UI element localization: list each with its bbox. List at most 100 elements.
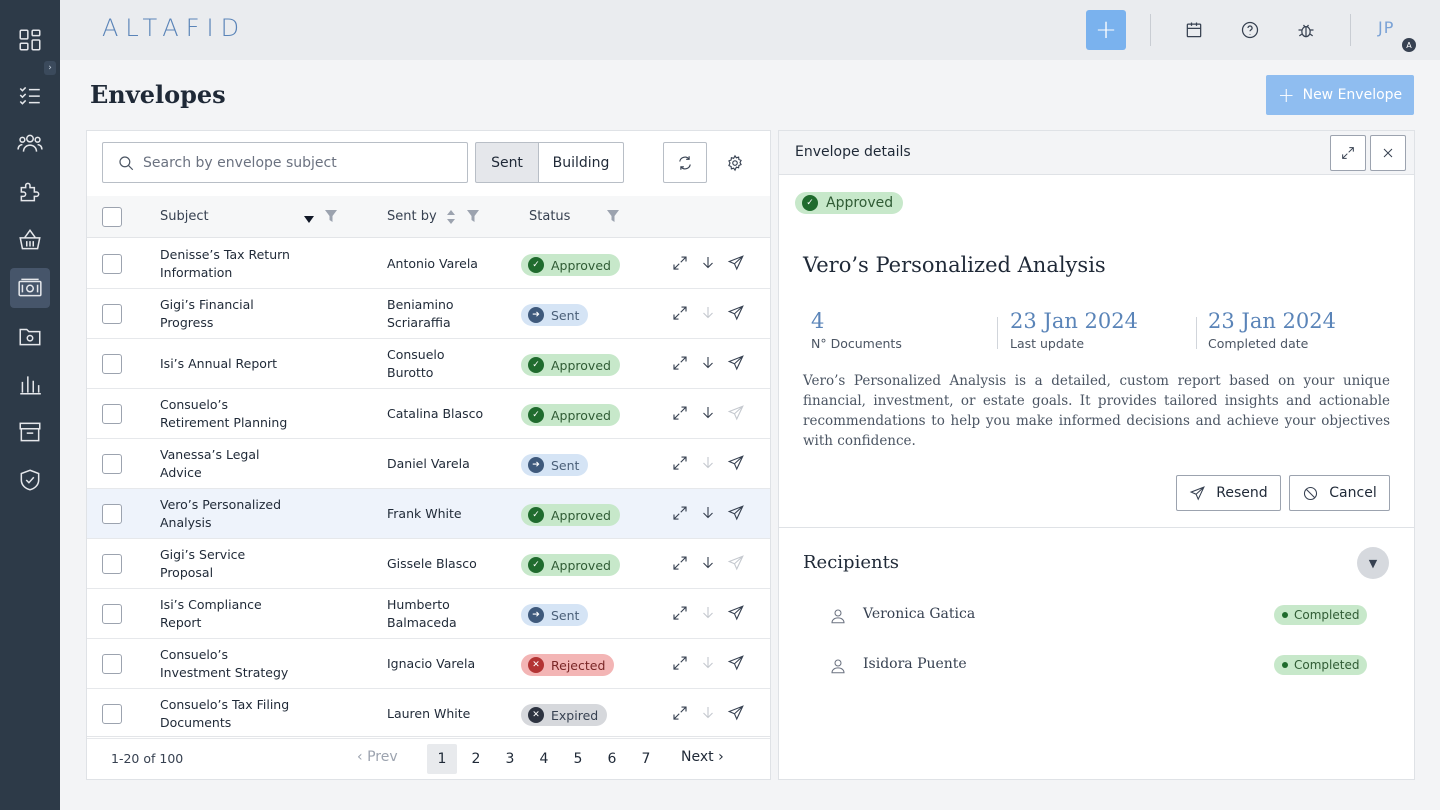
row-checkbox[interactable]	[102, 404, 122, 424]
download-icon[interactable]	[699, 554, 719, 574]
search-input[interactable]: Search by envelope subject	[102, 142, 468, 183]
table-row[interactable]: Gigi’s Service Proposal Gissele Blasco ✓ Ap…	[87, 539, 770, 589]
download-icon[interactable]	[699, 604, 719, 624]
table-row[interactable]: Consuelo’s Retirement Planning Catalina B…	[87, 389, 770, 439]
prev-page-button[interactable]: ‹ Prev	[357, 749, 398, 765]
table-row[interactable]: Isi’s Annual Report Consuelo Burotto ✓ Appr…	[87, 339, 770, 389]
users-icon[interactable]	[10, 123, 50, 163]
expand-icon[interactable]	[671, 654, 691, 674]
cancel-button[interactable]: Cancel	[1289, 475, 1390, 511]
tab-building[interactable]: Building	[538, 142, 624, 183]
table-row[interactable]: Denisse’s Tax Return Information Antonio …	[87, 239, 770, 289]
row-checkbox[interactable]	[102, 704, 122, 724]
send-icon[interactable]	[727, 304, 747, 324]
expand-icon[interactable]	[671, 354, 691, 374]
table-row[interactable]: Consuelo’s Investment Strategy Ignacio Va…	[87, 639, 770, 689]
row-subject[interactable]: Consuelo’s Tax Filing Documents	[160, 696, 300, 732]
row-checkbox[interactable]	[102, 504, 122, 524]
settings-button[interactable]	[713, 142, 757, 183]
row-subject[interactable]: Consuelo’s Retirement Planning	[160, 396, 300, 432]
expand-icon[interactable]	[671, 704, 691, 724]
download-icon[interactable]	[699, 304, 719, 324]
dashboard-icon[interactable]	[10, 20, 50, 60]
bug-report-icon[interactable]	[1294, 18, 1318, 42]
send-icon[interactable]	[727, 504, 747, 524]
row-checkbox[interactable]	[102, 604, 122, 624]
download-icon[interactable]	[699, 504, 719, 524]
filter-icon[interactable]	[606, 209, 620, 223]
download-icon[interactable]	[699, 404, 719, 424]
row-checkbox[interactable]	[102, 554, 122, 574]
page-button[interactable]: 6	[597, 744, 627, 774]
row-subject[interactable]: Vero’s Personalized Analysis	[160, 496, 300, 532]
app-logo[interactable]: ALTAFID	[102, 14, 246, 42]
help-icon[interactable]	[1238, 18, 1262, 42]
send-icon[interactable]	[727, 404, 747, 424]
download-icon[interactable]	[699, 454, 719, 474]
row-checkbox[interactable]	[102, 354, 122, 374]
send-icon[interactable]	[727, 354, 747, 374]
download-icon[interactable]	[699, 704, 719, 724]
send-icon[interactable]	[727, 604, 747, 624]
table-row[interactable]: Consuelo’s Tax Filing Documents Lauren Wh…	[87, 689, 770, 739]
table-row[interactable]: Vanessa’s Legal Advice Daniel Varela ➔ Sent	[87, 439, 770, 489]
archive-icon[interactable]	[10, 412, 50, 452]
download-icon[interactable]	[699, 654, 719, 674]
close-button[interactable]	[1370, 135, 1406, 171]
filter-icon[interactable]	[324, 209, 338, 223]
page-button[interactable]: 4	[529, 744, 559, 774]
expand-icon[interactable]	[671, 454, 691, 474]
sidebar-expand-icon[interactable]: ›	[44, 61, 56, 75]
security-icon[interactable]	[10, 460, 50, 500]
recipients-collapse-button[interactable]: ▼	[1357, 547, 1389, 579]
column-subject[interactable]: Subject	[160, 209, 209, 224]
expand-icon[interactable]	[671, 604, 691, 624]
next-page-button[interactable]: Next ›	[681, 749, 724, 765]
send-icon[interactable]	[727, 554, 747, 574]
sort-desc-icon[interactable]	[303, 213, 315, 225]
send-icon[interactable]	[727, 654, 747, 674]
row-subject[interactable]: Consuelo’s Investment Strategy	[160, 646, 300, 682]
column-status[interactable]: Status	[529, 209, 570, 224]
new-envelope-button[interactable]: + New Envelope	[1266, 75, 1414, 115]
expand-icon[interactable]	[671, 304, 691, 324]
quick-add-button[interactable]: +	[1086, 10, 1126, 50]
page-button[interactable]: 3	[495, 744, 525, 774]
expand-icon[interactable]	[671, 254, 691, 274]
table-row[interactable]: Isi’s Compliance Report Humberto Balmaced…	[87, 589, 770, 639]
basket-icon[interactable]	[10, 220, 50, 260]
page-button[interactable]: 2	[461, 744, 491, 774]
tab-sent[interactable]: Sent	[475, 142, 539, 183]
row-subject[interactable]: Vanessa’s Legal Advice	[160, 446, 300, 482]
download-icon[interactable]	[699, 254, 719, 274]
expand-icon[interactable]	[671, 554, 691, 574]
download-icon[interactable]	[699, 354, 719, 374]
page-button[interactable]: 5	[563, 744, 593, 774]
calendar-icon[interactable]	[1182, 18, 1206, 42]
column-sent-by[interactable]: Sent by	[387, 209, 437, 224]
user-avatar[interactable]: JP	[1378, 18, 1394, 37]
row-checkbox[interactable]	[102, 454, 122, 474]
row-subject[interactable]: Gigi’s Service Proposal	[160, 546, 300, 582]
row-subject[interactable]: Isi’s Compliance Report	[160, 596, 300, 632]
sort-icon[interactable]	[446, 209, 456, 225]
row-subject[interactable]: Denisse’s Tax Return Information	[160, 246, 300, 282]
table-row[interactable]: Gigi’s Financial Progress Beniamino Scria…	[87, 289, 770, 339]
row-subject[interactable]: Isi’s Annual Report	[160, 355, 300, 373]
send-icon[interactable]	[727, 454, 747, 474]
envelopes-icon[interactable]	[10, 268, 50, 308]
page-button[interactable]: 7	[631, 744, 661, 774]
send-icon[interactable]	[727, 704, 747, 724]
tasks-icon[interactable]	[10, 75, 50, 115]
expand-icon[interactable]	[671, 404, 691, 424]
row-checkbox[interactable]	[102, 304, 122, 324]
table-row[interactable]: Vero’s Personalized Analysis Frank White ✓…	[87, 489, 770, 539]
row-checkbox[interactable]	[102, 254, 122, 274]
row-subject[interactable]: Gigi’s Financial Progress	[160, 296, 300, 332]
resend-button[interactable]: Resend	[1176, 475, 1281, 511]
reports-icon[interactable]	[10, 364, 50, 404]
send-icon[interactable]	[727, 254, 747, 274]
page-button[interactable]: 1	[427, 744, 457, 774]
expand-button[interactable]	[1330, 135, 1366, 171]
row-checkbox[interactable]	[102, 654, 122, 674]
